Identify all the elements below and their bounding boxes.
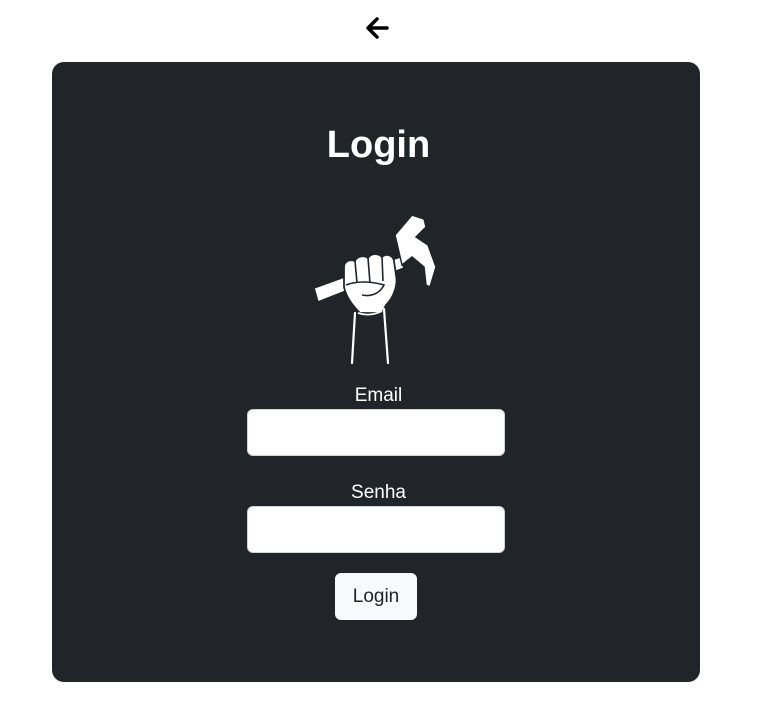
password-label: Senha: [351, 482, 406, 503]
email-label: Email: [354, 385, 403, 406]
fist-hammer-icon: [313, 214, 437, 365]
back-button[interactable]: [361, 12, 393, 44]
email-field[interactable]: [247, 409, 505, 456]
page-title: Login: [326, 124, 431, 166]
password-field[interactable]: [247, 506, 505, 553]
arrow-left-icon: [366, 17, 389, 39]
login-button[interactable]: Login: [335, 573, 417, 620]
